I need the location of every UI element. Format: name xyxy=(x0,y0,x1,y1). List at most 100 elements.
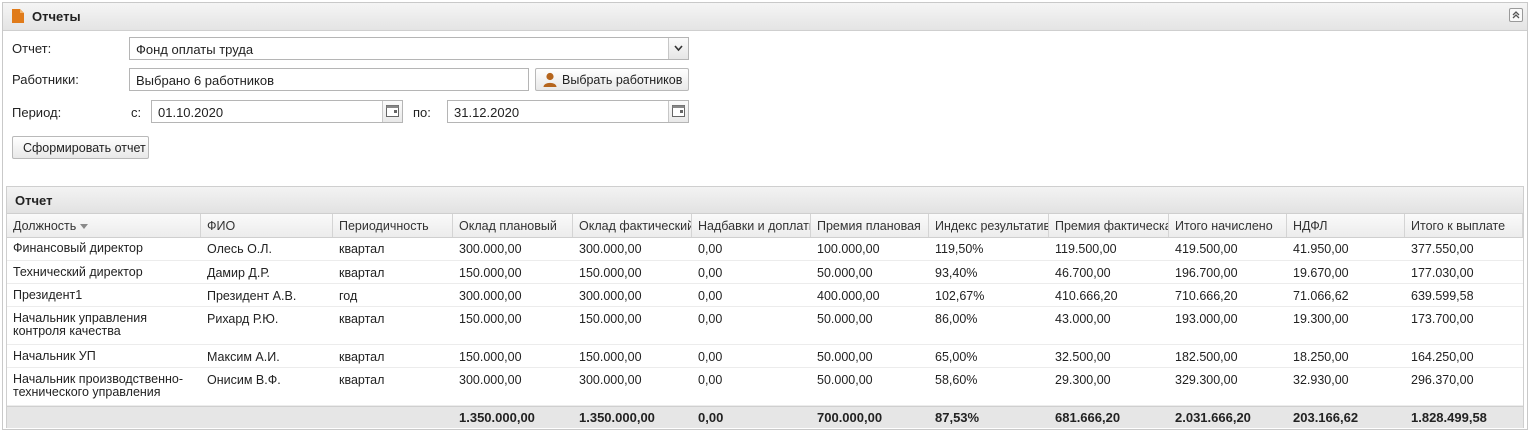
column-header-label: Периодичность xyxy=(339,219,429,233)
column-header-total-accrued[interactable]: Итого начислено xyxy=(1169,214,1287,237)
total-planned-salary: 1.350.000,00 xyxy=(459,410,535,425)
cell-planned-bonus: 100.000,00 xyxy=(817,242,880,256)
generate-report-button[interactable]: Сформировать отчет xyxy=(12,136,149,159)
cell-total-payout: 164.250,00 xyxy=(1411,350,1474,364)
cell-position: Финансовый директор xyxy=(13,242,143,255)
cell-performance-index: 93,40% xyxy=(935,266,978,280)
report-select[interactable]: Фонд оплаты труда xyxy=(129,37,689,60)
panel-header: Отчеты xyxy=(3,3,1527,31)
column-header-label: Оклад плановый xyxy=(459,219,557,233)
column-header-total-payout[interactable]: Итого к выплате xyxy=(1405,214,1523,237)
cell-name: Рихард Р.Ю. xyxy=(207,312,279,326)
cell-allowances: 0,00 xyxy=(698,350,723,364)
cell-name: Онисим В.Ф. xyxy=(207,373,281,387)
period-label: Период: xyxy=(12,105,62,120)
table-row[interactable]: Начальник УП Максим А.И. квартал 150.000,00… xyxy=(7,345,1523,368)
grid-column-headers: Должность ФИО Периодичность Оклад плановый О… xyxy=(7,214,1523,238)
table-row[interactable]: Начальник управления контроля качества Ри… xyxy=(7,307,1523,345)
calendar-icon xyxy=(386,105,399,117)
cell-actual-bonus: 32.500,00 xyxy=(1055,350,1111,364)
document-icon xyxy=(12,9,24,23)
report-grid-header: Отчет xyxy=(7,187,1523,214)
cell-total-accrued: 710.666,20 xyxy=(1175,289,1238,303)
cell-allowances: 0,00 xyxy=(698,289,723,303)
cell-total-payout: 177.030,00 xyxy=(1411,266,1474,280)
cell-allowances: 0,00 xyxy=(698,266,723,280)
column-header-allowances[interactable]: Надбавки и доплаты xyxy=(692,214,811,237)
calendar-icon xyxy=(672,105,685,117)
report-label: Отчет: xyxy=(12,41,52,56)
cell-period: год xyxy=(339,289,358,303)
total-total-accrued: 2.031.666,20 xyxy=(1175,410,1251,425)
to-date-picker-button[interactable] xyxy=(668,101,688,122)
column-header-actual-bonus[interactable]: Премия фактическая xyxy=(1049,214,1169,237)
workers-field-value: Выбрано 6 работников xyxy=(136,73,274,88)
cell-planned-salary: 150.000,00 xyxy=(459,350,522,364)
report-grid: Отчет Должность ФИО Периодичность Оклад пла… xyxy=(6,186,1524,428)
cell-total-accrued: 196.700,00 xyxy=(1175,266,1238,280)
cell-performance-index: 119,50% xyxy=(935,242,984,256)
table-row[interactable]: Финансовый директор Олесь О.Л. квартал 300.… xyxy=(7,237,1523,261)
cell-position: Президент1 xyxy=(13,289,83,302)
cell-name: Олесь О.Л. xyxy=(207,242,272,256)
cell-performance-index: 102,67% xyxy=(935,289,985,303)
cell-ndfl: 32.930,00 xyxy=(1293,373,1349,387)
panel-title: Отчеты xyxy=(32,9,81,24)
cell-total-accrued: 182.500,00 xyxy=(1175,350,1238,364)
cell-name: Президент А.В. xyxy=(207,289,297,303)
cell-actual-bonus: 43.000,00 xyxy=(1055,312,1111,326)
cell-total-payout: 377.550,00 xyxy=(1411,242,1474,256)
cell-planned-salary: 300.000,00 xyxy=(459,373,522,387)
report-dropdown-trigger[interactable] xyxy=(668,38,688,59)
column-header-label: ФИО xyxy=(207,219,236,233)
cell-planned-salary: 150.000,00 xyxy=(459,312,522,326)
table-row[interactable]: Президент1 Президент А.В. год 300.000,00 300… xyxy=(7,284,1523,307)
cell-position: Начальник производственно-технического у… xyxy=(13,373,184,399)
workers-field[interactable]: Выбрано 6 работников xyxy=(129,68,529,91)
from-date-picker-button[interactable] xyxy=(382,101,402,122)
cell-ndfl: 18.250,00 xyxy=(1293,350,1349,364)
cell-actual-salary: 300.000,00 xyxy=(579,242,642,256)
column-header-planned-salary[interactable]: Оклад плановый xyxy=(453,214,573,237)
totals-row: 1.350.000,00 1.350.000,00 0,00 700.000,00 87… xyxy=(7,406,1523,428)
total-planned-bonus: 700.000,00 xyxy=(817,410,883,425)
total-actual-salary: 1.350.000,00 xyxy=(579,410,655,425)
cell-ndfl: 71.066,62 xyxy=(1293,289,1349,303)
user-icon xyxy=(543,72,557,87)
column-header-label: Оклад фактический xyxy=(579,219,692,233)
cell-actual-bonus: 29.300,00 xyxy=(1055,373,1111,387)
column-header-performance-index[interactable]: Индекс результативности xyxy=(929,214,1049,237)
column-header-period[interactable]: Периодичность xyxy=(333,214,453,237)
collapse-button[interactable] xyxy=(1509,8,1523,22)
cell-allowances: 0,00 xyxy=(698,312,723,326)
cell-allowances: 0,00 xyxy=(698,373,723,387)
cell-planned-salary: 300.000,00 xyxy=(459,289,522,303)
cell-actual-bonus: 410.666,20 xyxy=(1055,289,1118,303)
column-header-planned-bonus[interactable]: Премия плановая xyxy=(811,214,929,237)
cell-planned-bonus: 50.000,00 xyxy=(817,373,873,387)
cell-planned-salary: 300.000,00 xyxy=(459,242,522,256)
table-row[interactable]: Технический директор Дамир Д.Р. квартал 150… xyxy=(7,261,1523,284)
cell-allowances: 0,00 xyxy=(698,242,723,256)
column-header-ndfl[interactable]: НДФЛ xyxy=(1287,214,1405,237)
cell-ndfl: 19.670,00 xyxy=(1293,266,1349,280)
table-row[interactable]: Начальник производственно-технического у… xyxy=(7,368,1523,406)
cell-performance-index: 58,60% xyxy=(935,373,978,387)
column-header-position[interactable]: Должность xyxy=(7,214,201,237)
cell-position: Начальник управления контроля качества xyxy=(13,312,147,338)
chevron-down-icon xyxy=(674,45,683,52)
report-select-value: Фонд оплаты труда xyxy=(136,42,254,57)
column-header-label: Премия плановая xyxy=(817,219,921,233)
column-header-actual-salary[interactable]: Оклад фактический xyxy=(573,214,692,237)
column-header-name[interactable]: ФИО xyxy=(201,214,333,237)
generate-report-label: Сформировать отчет xyxy=(23,141,146,155)
from-date-field[interactable]: 01.10.2020 xyxy=(151,100,403,123)
column-header-label: Итого начислено xyxy=(1175,219,1273,233)
cell-total-payout: 296.370,00 xyxy=(1411,373,1474,387)
cell-actual-bonus: 46.700,00 xyxy=(1055,266,1111,280)
select-workers-button[interactable]: Выбрать работников xyxy=(535,68,689,91)
to-date-value: 31.12.2020 xyxy=(454,105,520,120)
cell-name: Дамир Д.Р. xyxy=(207,266,270,280)
to-date-field[interactable]: 31.12.2020 xyxy=(447,100,689,123)
sort-descending-icon[interactable] xyxy=(80,224,89,230)
